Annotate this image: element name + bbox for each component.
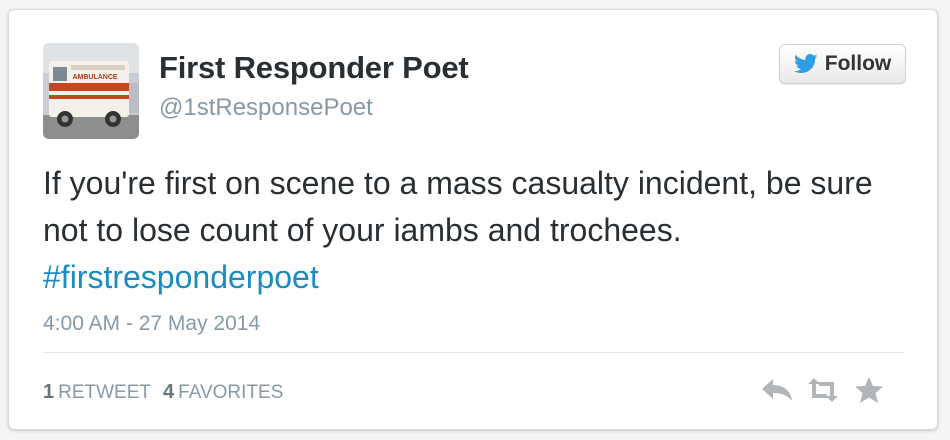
retweet-label: RETWEET (58, 382, 152, 403)
retweet-button[interactable] (805, 372, 841, 408)
retweet-icon (808, 378, 838, 402)
avatar-image: AMBULANCE (43, 43, 139, 139)
reply-button[interactable] (759, 372, 795, 408)
tweet-timestamp[interactable]: 4:00 AM - 27 May 2014 (43, 312, 260, 336)
avatar[interactable]: AMBULANCE (43, 43, 139, 139)
favorite-button[interactable] (851, 372, 887, 408)
author-handle[interactable]: @1stResponsePoet (159, 94, 373, 122)
favorites-label: FAVORITES (178, 382, 284, 403)
tweet-actions (759, 372, 887, 408)
divider (43, 352, 905, 353)
tweet-card: AMBULANCE First Responder Poet @1stRespo… (8, 9, 938, 430)
favorite-star-icon (855, 377, 883, 403)
hashtag-link[interactable]: #firstresponderpoet (43, 259, 319, 295)
avatar-lettering: AMBULANCE (72, 74, 117, 81)
twitter-bird-icon (793, 54, 818, 73)
author-name[interactable]: First Responder Poet (159, 50, 469, 86)
follow-label: Follow (824, 52, 892, 75)
favorites-stat[interactable]: 4 FAVORITES (163, 381, 283, 404)
retweet-stat[interactable]: 1 RETWEET (43, 381, 151, 404)
tweet-stats: 1 RETWEET 4 FAVORITES (43, 381, 283, 404)
tweet-text: If you're first on scene to a mass casua… (43, 160, 883, 301)
favorites-count: 4 (163, 381, 175, 403)
follow-button[interactable]: Follow (779, 44, 906, 84)
retweet-count: 1 (43, 381, 55, 403)
reply-icon (762, 379, 792, 401)
tweet-body: If you're first on scene to a mass casua… (43, 165, 873, 248)
